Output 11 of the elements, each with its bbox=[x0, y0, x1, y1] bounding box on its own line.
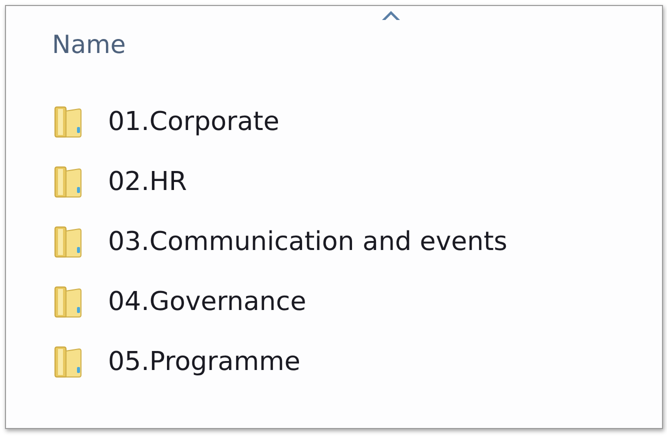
folder-icon bbox=[53, 345, 83, 379]
folder-name[interactable]: 02.HR bbox=[108, 167, 187, 197]
folder-icon bbox=[53, 165, 83, 199]
folder-name[interactable]: 03.Communication and events bbox=[108, 227, 508, 257]
folder-name[interactable]: 05.Programme bbox=[108, 347, 300, 377]
name-column-header[interactable]: Name bbox=[52, 30, 126, 59]
folder-icon bbox=[53, 105, 83, 139]
folder-icon bbox=[53, 285, 83, 319]
folder-icon bbox=[53, 225, 83, 259]
folder-name[interactable]: 01.Corporate bbox=[108, 107, 280, 137]
folder-name[interactable]: 04.Governance bbox=[108, 287, 306, 317]
